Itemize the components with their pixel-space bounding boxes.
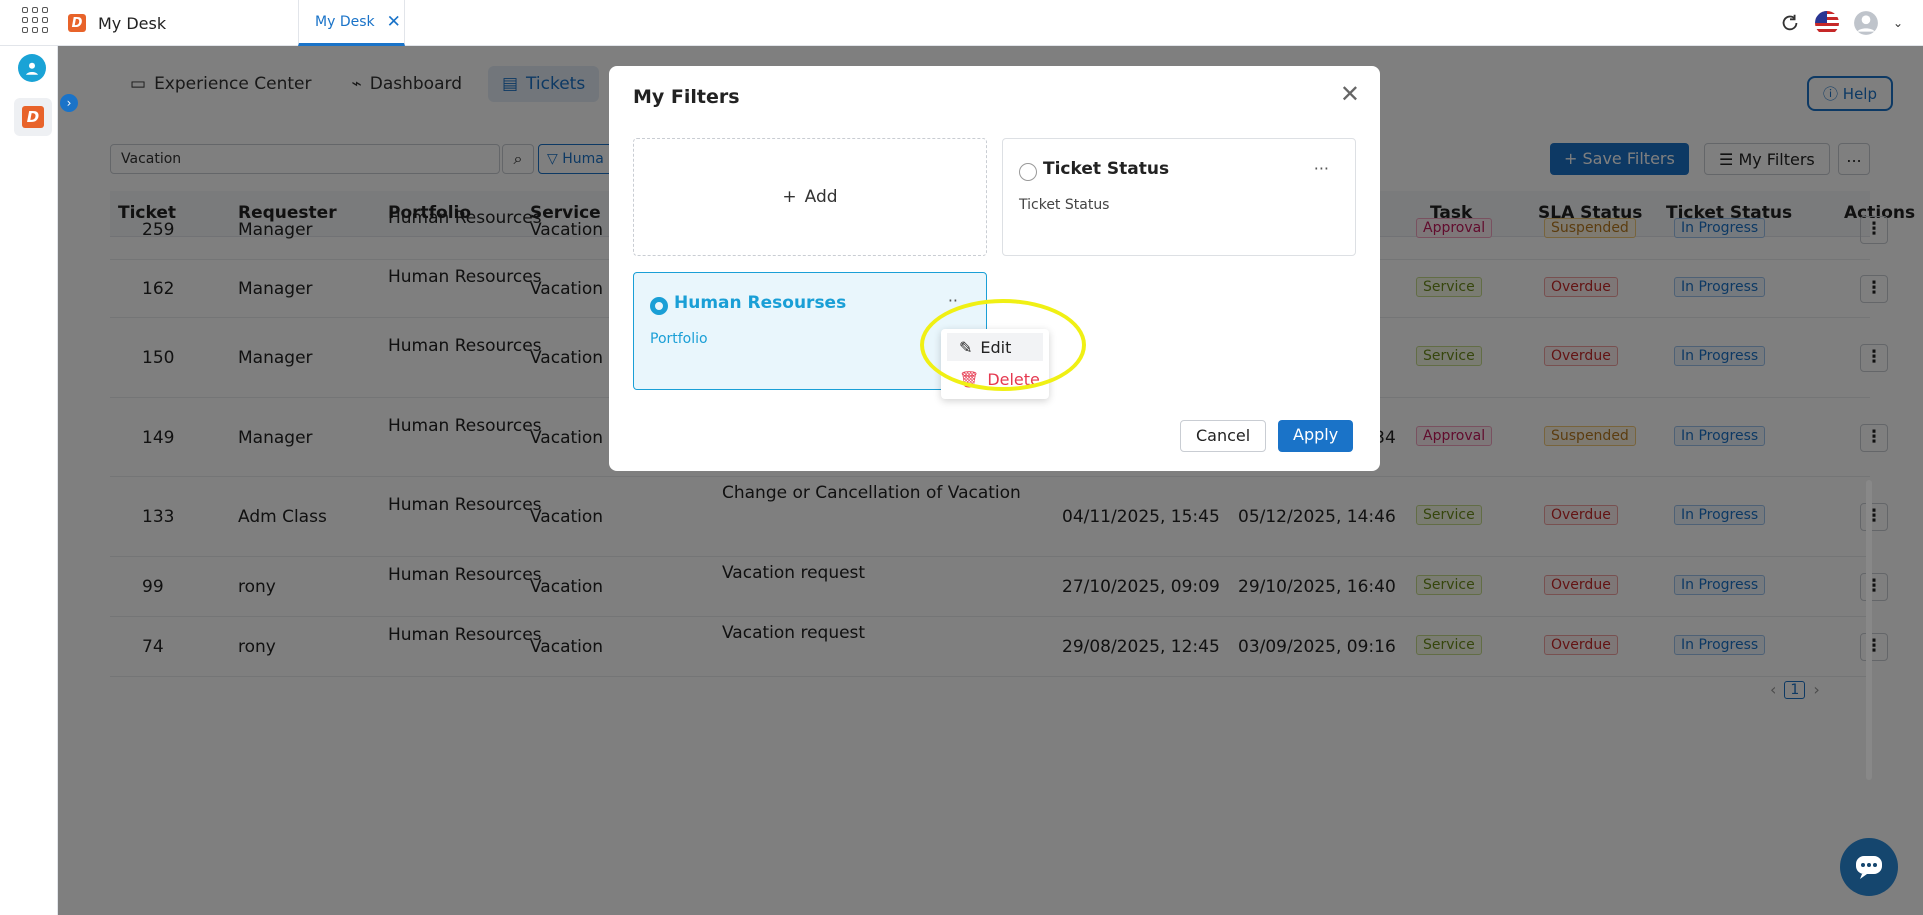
chat-button[interactable] (1840, 838, 1898, 896)
close-icon[interactable]: ✕ (1340, 80, 1360, 108)
tab-my-desk[interactable]: My Desk ✕ (298, 0, 405, 46)
tab-my-desk-label: My Desk (315, 13, 375, 30)
plus-icon: + (782, 187, 797, 207)
filter-subtitle: Ticket Status (1019, 197, 1110, 213)
chevron-down-icon[interactable]: ⌄ (1893, 16, 1903, 30)
desk-logo-icon: D (68, 14, 86, 32)
close-tab-icon[interactable]: ✕ (387, 12, 401, 32)
scrollbar[interactable] (1866, 480, 1872, 780)
sidebar: D (0, 46, 58, 915)
apply-button[interactable]: Apply (1278, 420, 1354, 452)
user-avatar-icon[interactable] (1853, 10, 1879, 36)
filter-radio[interactable] (650, 297, 668, 315)
user-profile-icon[interactable] (18, 54, 46, 82)
cancel-button[interactable]: Cancel (1180, 420, 1267, 452)
add-filter-card[interactable]: + Add (633, 138, 987, 256)
my-filters-modal: My Filters ✕ + Add Ticket Status Ticket … (609, 66, 1380, 471)
filter-title: Ticket Status (1043, 159, 1170, 179)
app-tab[interactable]: D My Desk (68, 10, 166, 36)
app-tab-label: My Desk (98, 13, 167, 33)
desk-app-icon[interactable]: D (14, 98, 52, 136)
chat-icon (1856, 856, 1882, 879)
filter-card-ticket-status[interactable]: Ticket Status Ticket Status ··· (1002, 138, 1356, 256)
us-flag-icon[interactable] (1814, 11, 1839, 35)
top-bar: D My Desk My Desk ✕ ⌄ (0, 0, 1923, 46)
filter-options-button[interactable]: ··· (1314, 159, 1329, 178)
refresh-icon[interactable] (1779, 12, 1801, 34)
filter-radio[interactable] (1019, 163, 1037, 181)
desk-logo-icon: D (22, 106, 44, 128)
modal-title: My Filters (633, 86, 740, 108)
add-filter-label: Add (804, 187, 838, 207)
app-grid-icon[interactable] (20, 5, 48, 33)
highlight-annotation (920, 299, 1086, 391)
filter-subtitle: Portfolio (650, 331, 708, 347)
filter-title: Human Resourses (674, 293, 847, 313)
expand-sidebar-icon[interactable]: › (60, 94, 78, 112)
